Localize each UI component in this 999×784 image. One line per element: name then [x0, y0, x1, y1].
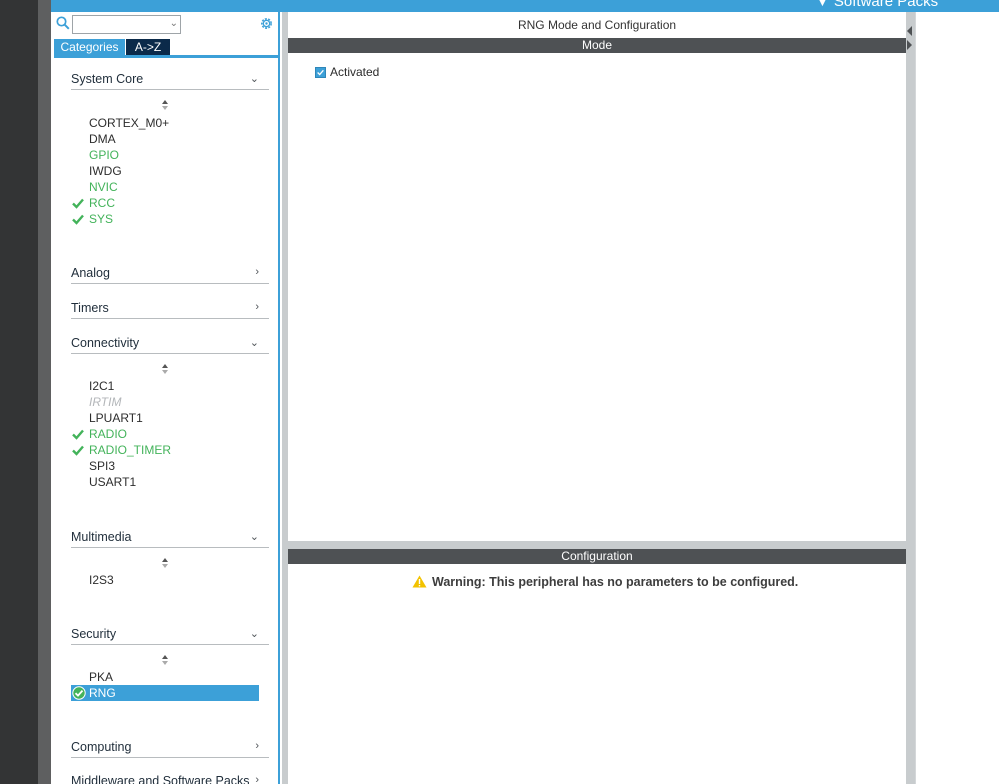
category-label: Computing [71, 740, 132, 754]
chevron-right-icon: › [255, 266, 259, 278]
list-item-nvic[interactable]: NVIC [89, 180, 118, 194]
configuration-section-header: Configuration [288, 549, 906, 564]
list-item-dma[interactable]: DMA [89, 132, 116, 146]
configuration-section: Warning: This peripheral has no paramete… [288, 564, 906, 784]
mode-section: Activated [288, 53, 906, 541]
list-item-cortex-m0[interactable]: CORTEX_M0+ [89, 116, 169, 130]
category-middleware[interactable]: Middleware and Software Packs › [71, 772, 269, 784]
list-item-irtim: IRTIM [89, 395, 122, 409]
check-icon [72, 429, 84, 440]
left-edge-strip [38, 0, 51, 784]
list-item-iwdg[interactable]: IWDG [89, 164, 122, 178]
category-security[interactable]: Security ⌄ [71, 625, 269, 645]
chevron-down-icon: ▼ [817, 0, 828, 9]
tab-a-to-z[interactable]: A->Z [126, 39, 170, 55]
warning-text: Warning: This peripheral has no paramete… [432, 575, 799, 589]
category-system-core[interactable]: System Core ⌄ [71, 70, 269, 90]
category-computing[interactable]: Computing › [71, 738, 269, 758]
list-item-i2c1[interactable]: I2C1 [89, 379, 114, 393]
top-toolbar: ▼ Software Packs [51, 0, 999, 12]
check-icon [72, 214, 84, 225]
list-item-sys[interactable]: SYS [89, 212, 113, 226]
list-item-radio[interactable]: RADIO [89, 427, 127, 441]
chevron-down-icon: ⌄ [249, 628, 259, 640]
check-icon [72, 198, 84, 209]
chevron-down-icon: ⌄ [249, 531, 259, 543]
list-item-gpio[interactable]: GPIO [89, 148, 119, 162]
chevron-right-icon: › [255, 740, 259, 752]
category-label: Connectivity [71, 336, 140, 350]
list-item-lpuart1[interactable]: LPUART1 [89, 411, 143, 425]
check-icon [72, 445, 84, 456]
mode-section-header: Mode [288, 38, 906, 53]
warning-message: Warning: This peripheral has no paramete… [412, 575, 798, 589]
category-label: Timers [71, 301, 109, 315]
section-splitter[interactable] [288, 541, 906, 549]
list-item-i2s3[interactable]: I2S3 [89, 573, 114, 587]
category-label: Middleware and Software Packs [71, 774, 250, 784]
chevron-right-icon: › [255, 301, 259, 313]
activated-checkbox[interactable] [315, 67, 326, 78]
tab-categories[interactable]: Categories [54, 39, 125, 55]
category-label: Security [71, 627, 117, 641]
chevron-right-icon: › [255, 774, 259, 784]
list-item-usart1[interactable]: USART1 [89, 475, 136, 489]
list-item-rcc[interactable]: RCC [89, 196, 115, 210]
check-circle-icon [72, 686, 86, 700]
category-connectivity[interactable]: Connectivity ⌄ [71, 334, 269, 354]
main-content: RNG Mode and Configuration Mode Activate… [288, 12, 906, 784]
mode-configuration-panel: RNG Mode and Configuration Mode Activate… [282, 12, 915, 784]
sort-icon[interactable] [160, 363, 170, 375]
category-analog[interactable]: Analog › [71, 264, 269, 284]
chevron-down-icon[interactable]: ⌄ [170, 18, 178, 29]
categories-panel: ⌄ Categories A->Z System Core ⌄ CORTEX_M… [51, 12, 280, 784]
gear-icon[interactable] [259, 16, 274, 31]
right-panel [915, 12, 999, 784]
software-packs-menu[interactable]: ▼ Software Packs [817, 0, 938, 10]
list-item-radio-timer[interactable]: RADIO_TIMER [89, 443, 171, 457]
warning-icon [412, 575, 427, 588]
sort-icon[interactable] [160, 557, 170, 569]
category-multimedia[interactable]: Multimedia ⌄ [71, 528, 269, 548]
activated-label: Activated [330, 65, 380, 79]
list-item-spi3[interactable]: SPI3 [89, 459, 115, 473]
sort-icon[interactable] [160, 654, 170, 666]
category-label: System Core [71, 72, 144, 86]
chevron-down-icon: ⌄ [249, 337, 259, 349]
search-icon[interactable] [56, 16, 70, 30]
page-title: RNG Mode and Configuration [517, 18, 677, 32]
category-timers[interactable]: Timers › [71, 299, 269, 319]
sort-icon[interactable] [160, 99, 170, 111]
list-item-rng-selected[interactable]: RNG [71, 685, 259, 701]
list-item-label: RNG [89, 686, 116, 700]
left-edge-panel [0, 0, 38, 784]
chevron-down-icon: ⌄ [249, 73, 259, 85]
collapse-panel-icon[interactable] [906, 24, 914, 52]
category-label: Analog [71, 266, 110, 280]
category-label: Multimedia [71, 530, 132, 544]
list-item-pka[interactable]: PKA [89, 670, 113, 684]
software-packs-label: Software Packs [833, 0, 939, 10]
search-input[interactable]: ⌄ [72, 15, 181, 34]
tab-underline [54, 55, 278, 58]
